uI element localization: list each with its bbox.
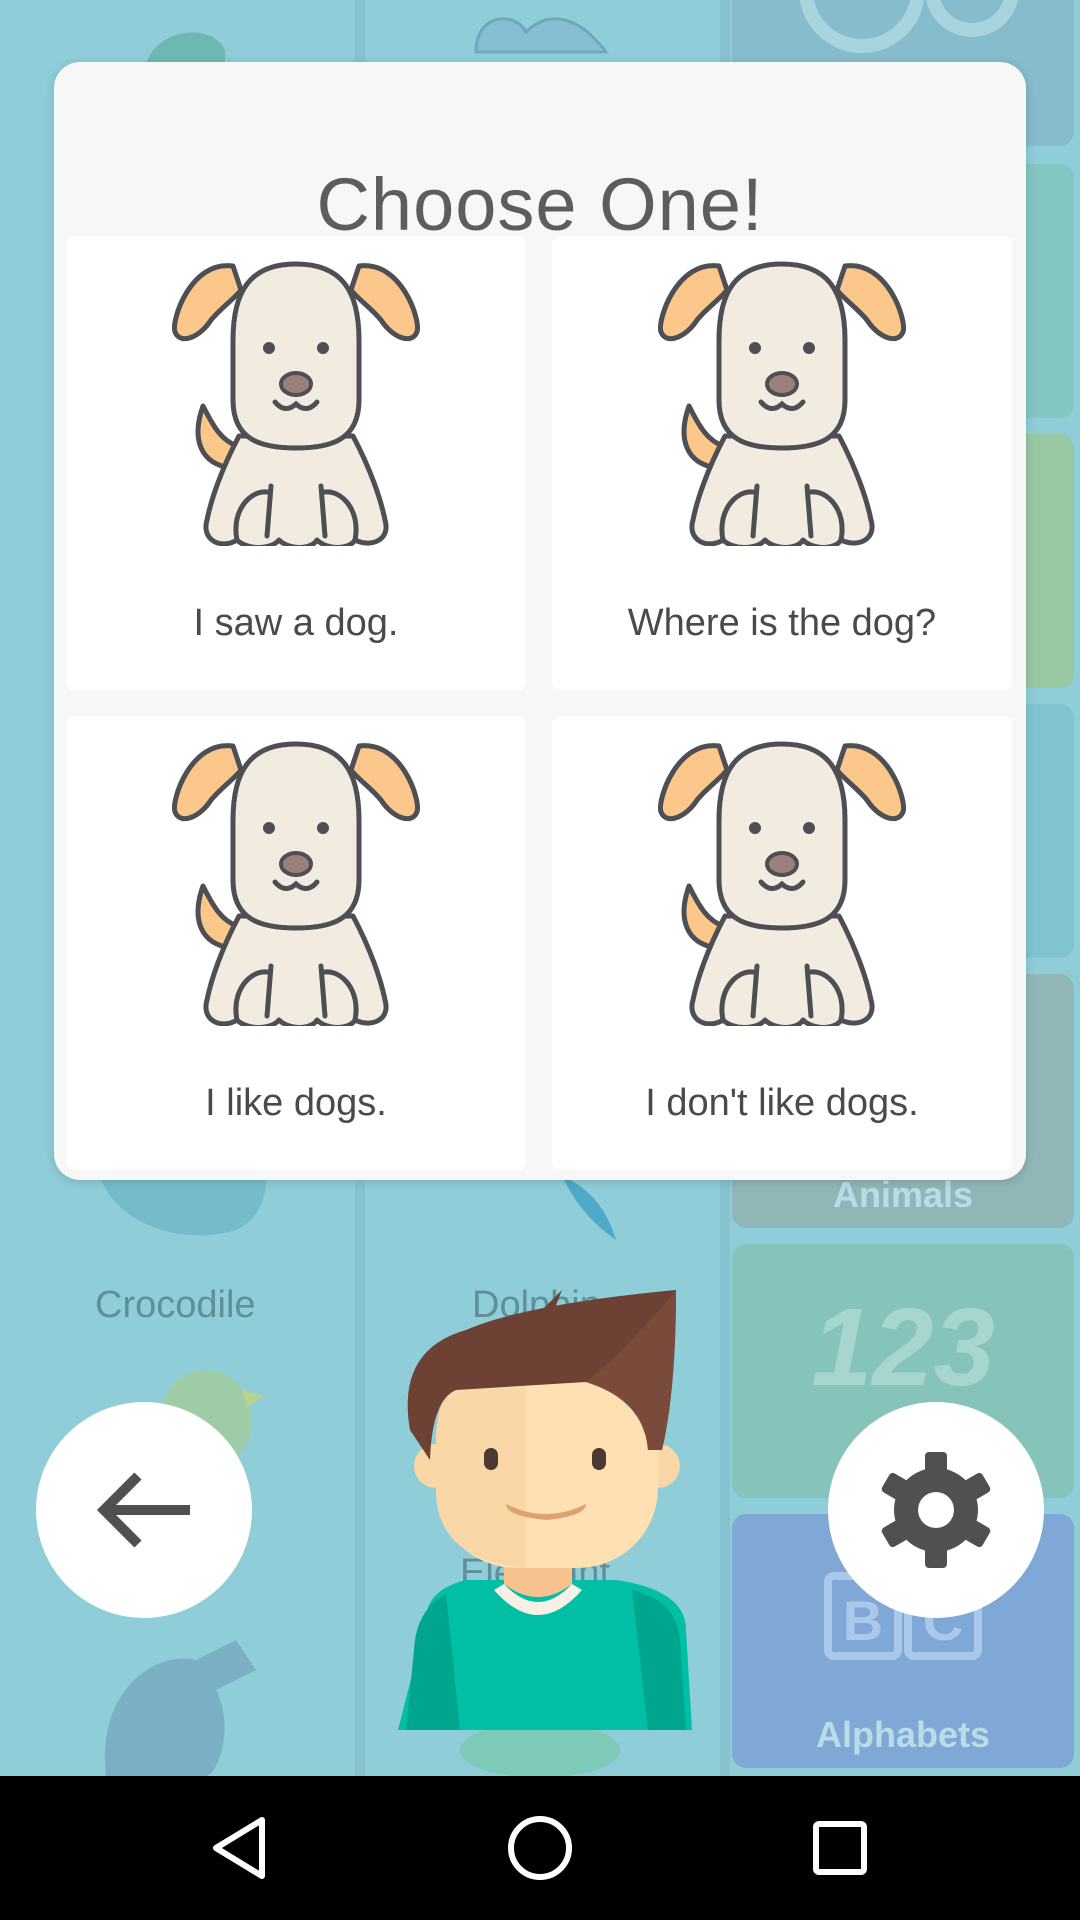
animal-label: Crocodile — [95, 1284, 256, 1326]
crocodile-icon — [100, 1176, 266, 1236]
option-card-1[interactable]: I saw a dog. — [66, 236, 526, 690]
dialog-title: Choose One! — [316, 163, 764, 246]
option-label: I saw a dog. — [193, 602, 399, 644]
dog-icon — [172, 741, 420, 1026]
option-card-3[interactable]: I like dogs. — [66, 716, 526, 1170]
category-label: Alphabets — [815, 1714, 991, 1755]
triangle-back-icon — [213, 1817, 265, 1879]
boy-avatar — [398, 1290, 692, 1730]
option-card-2[interactable]: Where is the dog? — [552, 236, 1012, 690]
option-label: Where is the dog? — [627, 602, 937, 644]
category-label: Animals — [832, 1174, 974, 1215]
choose-dialog: Choose One! I saw a dog. Where is the do… — [54, 62, 1026, 1180]
circle-home-icon — [508, 1816, 572, 1880]
option-label: I like dogs. — [205, 1082, 387, 1124]
gear-icon — [881, 1452, 991, 1568]
numbers-glyph: 123 — [811, 1286, 995, 1409]
arrow-left-icon — [96, 1472, 190, 1548]
nav-recents-button[interactable] — [770, 1776, 910, 1920]
elephant-icon — [474, 17, 610, 54]
dolphin-icon — [562, 1176, 616, 1240]
square-recents-icon — [813, 1821, 867, 1875]
settings-button[interactable] — [828, 1402, 1044, 1618]
nav-back-button[interactable] — [170, 1776, 310, 1920]
option-label: I don't like dogs. — [645, 1082, 919, 1124]
dog-icon — [172, 261, 420, 546]
dog-icon — [658, 261, 906, 546]
nav-home-button[interactable] — [470, 1776, 610, 1920]
system-nav-bar — [0, 1776, 1080, 1920]
back-button[interactable] — [36, 1402, 252, 1618]
whale-icon — [104, 1640, 256, 1776]
option-card-4[interactable]: I don't like dogs. — [552, 716, 1012, 1170]
dog-icon — [658, 741, 906, 1026]
